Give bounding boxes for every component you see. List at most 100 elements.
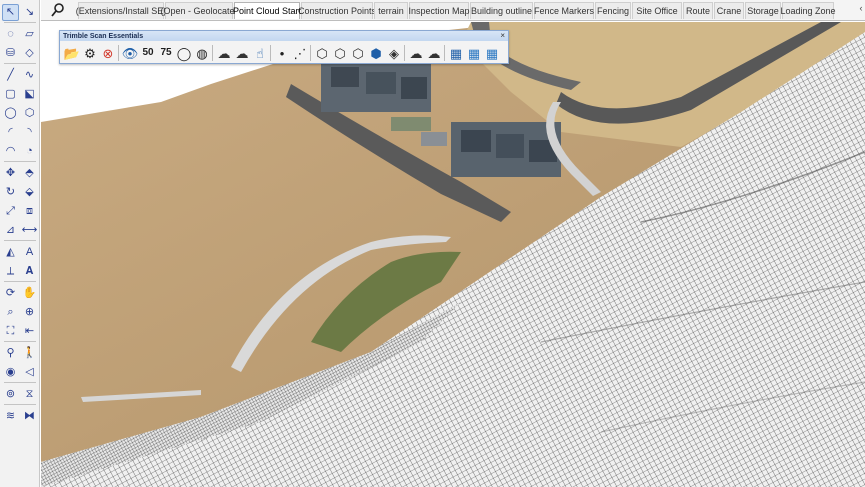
select-dropdown-tool[interactable]: ↘ (21, 4, 38, 21)
tab-terrain[interactable]: terrain (374, 2, 408, 19)
scale-tool[interactable]: ⤢ (2, 203, 19, 220)
pan-tool[interactable]: ✋ (21, 285, 38, 302)
toolbar-separator (4, 240, 36, 241)
rotated-rectangle-tool[interactable]: ⬕ (21, 86, 38, 103)
density-75-icon[interactable]: 75 (157, 44, 175, 62)
protractor-tool[interactable]: ◭ (2, 244, 19, 261)
fit-plane-icon[interactable]: ⬡ (313, 44, 331, 62)
section-plane-tool[interactable]: ◁ (21, 364, 38, 381)
select-tool[interactable]: ↖ (2, 4, 19, 21)
follow-me-tool[interactable]: ⬙ (21, 184, 38, 201)
3d-text-tool[interactable]: 𝐀 (21, 263, 38, 280)
tab-site-office[interactable]: Site Office (632, 2, 682, 19)
push-pull-tool[interactable]: ⬘ (21, 165, 38, 182)
previous-view-tool[interactable]: ⇤ (21, 323, 38, 340)
panel-separator (270, 45, 271, 61)
cloud-sync-icon[interactable]: ☁ (407, 44, 425, 62)
terrain-tool[interactable]: ⧖ (21, 386, 38, 403)
two-point-arc-tool[interactable]: ◝ (21, 124, 38, 141)
tab-inspection-map[interactable]: Inspection Map (408, 2, 470, 19)
tab-storage[interactable]: Storage (745, 2, 781, 19)
eraser-alt-tool[interactable]: ◇ (21, 45, 38, 62)
position-camera-tool[interactable]: ⚲ (2, 345, 19, 362)
close-icon[interactable]: × (500, 31, 505, 41)
cloud-download-icon[interactable]: ☁ (233, 44, 251, 62)
fit-box-icon[interactable]: ⬡ (349, 44, 367, 62)
tab-route[interactable]: Route (683, 2, 713, 19)
polygon-tool[interactable]: ⬡ (21, 105, 38, 122)
tab-fencing[interactable]: Fencing (595, 2, 631, 19)
tab-scroll-button[interactable]: ‹ (857, 3, 865, 17)
rotate-tool[interactable]: ↻ (2, 184, 19, 201)
scene-tab-bar: ‹ (Extensions/Install SE) (Open - Geoloca… (41, 0, 865, 21)
panel-separator (212, 45, 213, 61)
text-tool[interactable]: A (21, 244, 38, 261)
zoom-window-tool[interactable]: ⊕ (21, 304, 38, 321)
panel-separator (310, 45, 311, 61)
panel-title: Trimble Scan Essentials (63, 32, 144, 40)
density-50-icon[interactable]: 50 (139, 44, 157, 62)
zoom-extents-tool[interactable]: ⛶ (2, 323, 19, 340)
model-viewport[interactable] (41, 22, 865, 487)
tab-building-outline[interactable]: Building outline (470, 2, 533, 19)
toolbar-separator (4, 22, 36, 23)
line-tool[interactable]: ╱ (2, 67, 19, 84)
orbit-tool[interactable]: ⟳ (2, 285, 19, 302)
toolbar-separator (4, 341, 36, 342)
hand-select-icon[interactable]: ☝ (251, 44, 269, 62)
lasso-tool[interactable]: ◌ (2, 26, 19, 43)
axes-tool[interactable]: ⟂ (2, 263, 19, 280)
layers-tool[interactable]: ≋ (2, 408, 19, 425)
trimble-scan-essentials-panel[interactable]: Trimble Scan Essentials × 📂 ⚙ ⊗ 👁 50 75 ◯ ◍ ☁ ☁ ☝ •… (59, 30, 509, 64)
zoom-tool[interactable]: ⌕ (2, 304, 19, 321)
look-around-tool[interactable]: ◉ (2, 364, 19, 381)
surface-terrain-icon[interactable]: ▦ (483, 44, 501, 62)
walk-tool[interactable]: 🚶 (21, 345, 38, 362)
panel-separator (118, 45, 119, 61)
tab-construction-points[interactable]: Construction Points (298, 2, 376, 19)
toolbar-separator (4, 63, 36, 64)
tape-measure-tool[interactable]: ⊿ (2, 222, 19, 239)
viewport-scene (41, 22, 865, 487)
cancel-icon[interactable]: ⊗ (99, 44, 117, 62)
panel-title-bar[interactable]: Trimble Scan Essentials × (60, 31, 508, 41)
surface-grid-icon[interactable]: ▦ (465, 44, 483, 62)
rectangle-tool[interactable]: ▢ (2, 86, 19, 103)
offset-tool[interactable]: ⧈ (21, 203, 38, 220)
tab-point-cloud-start[interactable]: Point Cloud Start (233, 2, 301, 19)
point-tool-icon[interactable]: • (273, 44, 291, 62)
toolbar-separator (4, 281, 36, 282)
point-size-drop-icon[interactable]: ◯ (175, 44, 193, 62)
tab-extensions-install-se[interactable]: (Extensions/Install SE) (76, 2, 166, 19)
tab-crane[interactable]: Crane (714, 2, 744, 19)
three-point-arc-tool[interactable]: ◠ (2, 143, 19, 160)
search-icon[interactable] (49, 2, 67, 18)
tab-fence-markers[interactable]: Fence Markers (534, 2, 594, 19)
arc-tool[interactable]: ◜ (2, 124, 19, 141)
dimension-tool[interactable]: ⟷ (21, 222, 38, 239)
panel-separator (444, 45, 445, 61)
toolbar-separator (4, 404, 36, 405)
surface-mesh-icon[interactable]: ▦ (447, 44, 465, 62)
cloud-export-icon[interactable]: ☁ (425, 44, 443, 62)
move-tool[interactable]: ✥ (2, 165, 19, 182)
toolbar-separator (4, 382, 36, 383)
open-folder-icon[interactable]: 📂 (63, 44, 81, 62)
tab-loading-zone[interactable]: Loading Zone (780, 2, 836, 19)
settings-gear-icon[interactable]: ⚙ (81, 44, 99, 62)
freehand-tool[interactable]: ∿ (21, 67, 38, 84)
pie-tool[interactable]: ◔ (21, 143, 38, 160)
stamp-tool[interactable]: ⧓ (21, 408, 38, 425)
line-segment-icon[interactable]: ⋰ (291, 44, 309, 62)
point-color-drop-icon[interactable]: ◍ (193, 44, 211, 62)
measure-box-icon[interactable]: ◈ (385, 44, 403, 62)
fit-shape-icon[interactable]: ⬢ (367, 44, 385, 62)
tab-open-geolocate[interactable]: (Open - Geolocate) (160, 2, 238, 19)
fit-cylinder-icon[interactable]: ⬡ (331, 44, 349, 62)
sandbox-tool[interactable]: ⊚ (2, 386, 19, 403)
circle-tool[interactable]: ◯ (2, 105, 19, 122)
paint-bucket-tool[interactable]: ⛁ (2, 45, 19, 62)
cloud-upload-icon[interactable]: ☁ (215, 44, 233, 62)
scan-visibility-icon[interactable]: 👁 (121, 44, 139, 62)
eraser-tool[interactable]: ▱ (21, 26, 38, 43)
